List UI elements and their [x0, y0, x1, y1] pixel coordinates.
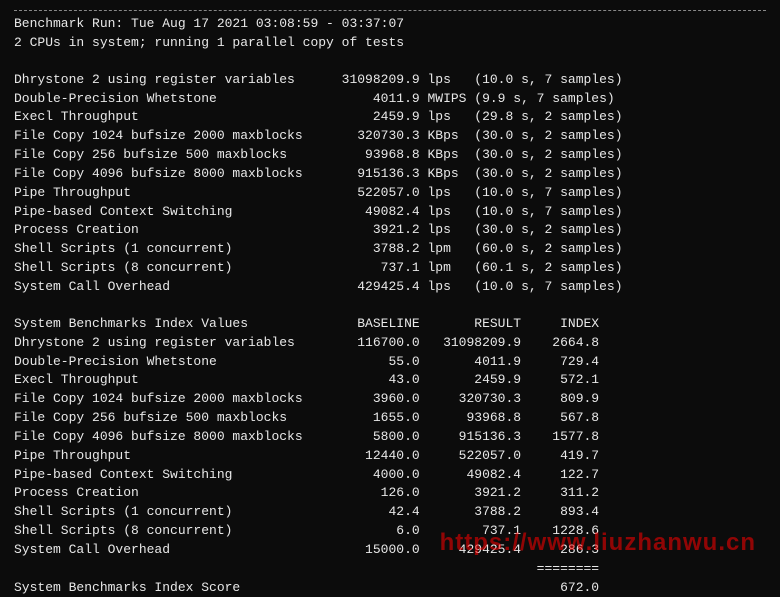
top-divider	[14, 10, 766, 11]
test-result-row: Process Creation 3921.2 lps (30.0 s, 2 s…	[14, 221, 766, 240]
index-value-row: Process Creation 126.0 3921.2 311.2	[14, 484, 766, 503]
index-value-row: Dhrystone 2 using register variables 116…	[14, 334, 766, 353]
index-value-row: Shell Scripts (1 concurrent) 42.4 3788.2…	[14, 503, 766, 522]
score-line: System Benchmarks Index Score 672.0	[14, 579, 766, 597]
test-result-row: System Call Overhead 429425.4 lps (10.0 …	[14, 278, 766, 297]
index-value-row: File Copy 4096 bufsize 8000 maxblocks 58…	[14, 428, 766, 447]
index-value-row: System Call Overhead 15000.0 429425.4 28…	[14, 541, 766, 560]
test-result-row: File Copy 4096 bufsize 8000 maxblocks 91…	[14, 165, 766, 184]
test-result-row: Shell Scripts (8 concurrent) 737.1 lpm (…	[14, 259, 766, 278]
index-value-row: Execl Throughput 43.0 2459.9 572.1	[14, 371, 766, 390]
blank-row	[14, 53, 766, 71]
test-result-row: Pipe-based Context Switching 49082.4 lps…	[14, 203, 766, 222]
test-results-block: Dhrystone 2 using register variables 310…	[14, 71, 766, 297]
cpu-info-line: 2 CPUs in system; running 1 parallel cop…	[14, 34, 766, 53]
test-result-row: Dhrystone 2 using register variables 310…	[14, 71, 766, 90]
index-value-row: Pipe-based Context Switching 4000.0 4908…	[14, 466, 766, 485]
test-result-row: Shell Scripts (1 concurrent) 3788.2 lpm …	[14, 240, 766, 259]
index-header-row: System Benchmarks Index Values BASELINE …	[14, 315, 766, 334]
index-values-block: Dhrystone 2 using register variables 116…	[14, 334, 766, 560]
test-result-row: Execl Throughput 2459.9 lps (29.8 s, 2 s…	[14, 108, 766, 127]
index-value-row: File Copy 256 bufsize 500 maxblocks 1655…	[14, 409, 766, 428]
index-value-row: Shell Scripts (8 concurrent) 6.0 737.1 1…	[14, 522, 766, 541]
test-result-row: File Copy 256 bufsize 500 maxblocks 9396…	[14, 146, 766, 165]
index-value-row: Double-Precision Whetstone 55.0 4011.9 7…	[14, 353, 766, 372]
equals-divider: ========	[14, 560, 766, 579]
test-result-row: Pipe Throughput 522057.0 lps (10.0 s, 7 …	[14, 184, 766, 203]
index-value-row: File Copy 1024 bufsize 2000 maxblocks 39…	[14, 390, 766, 409]
benchmark-run-line: Benchmark Run: Tue Aug 17 2021 03:08:59 …	[14, 15, 766, 34]
blank-row	[14, 297, 766, 315]
test-result-row: File Copy 1024 bufsize 2000 maxblocks 32…	[14, 127, 766, 146]
test-result-row: Double-Precision Whetstone 4011.9 MWIPS …	[14, 90, 766, 109]
index-value-row: Pipe Throughput 12440.0 522057.0 419.7	[14, 447, 766, 466]
